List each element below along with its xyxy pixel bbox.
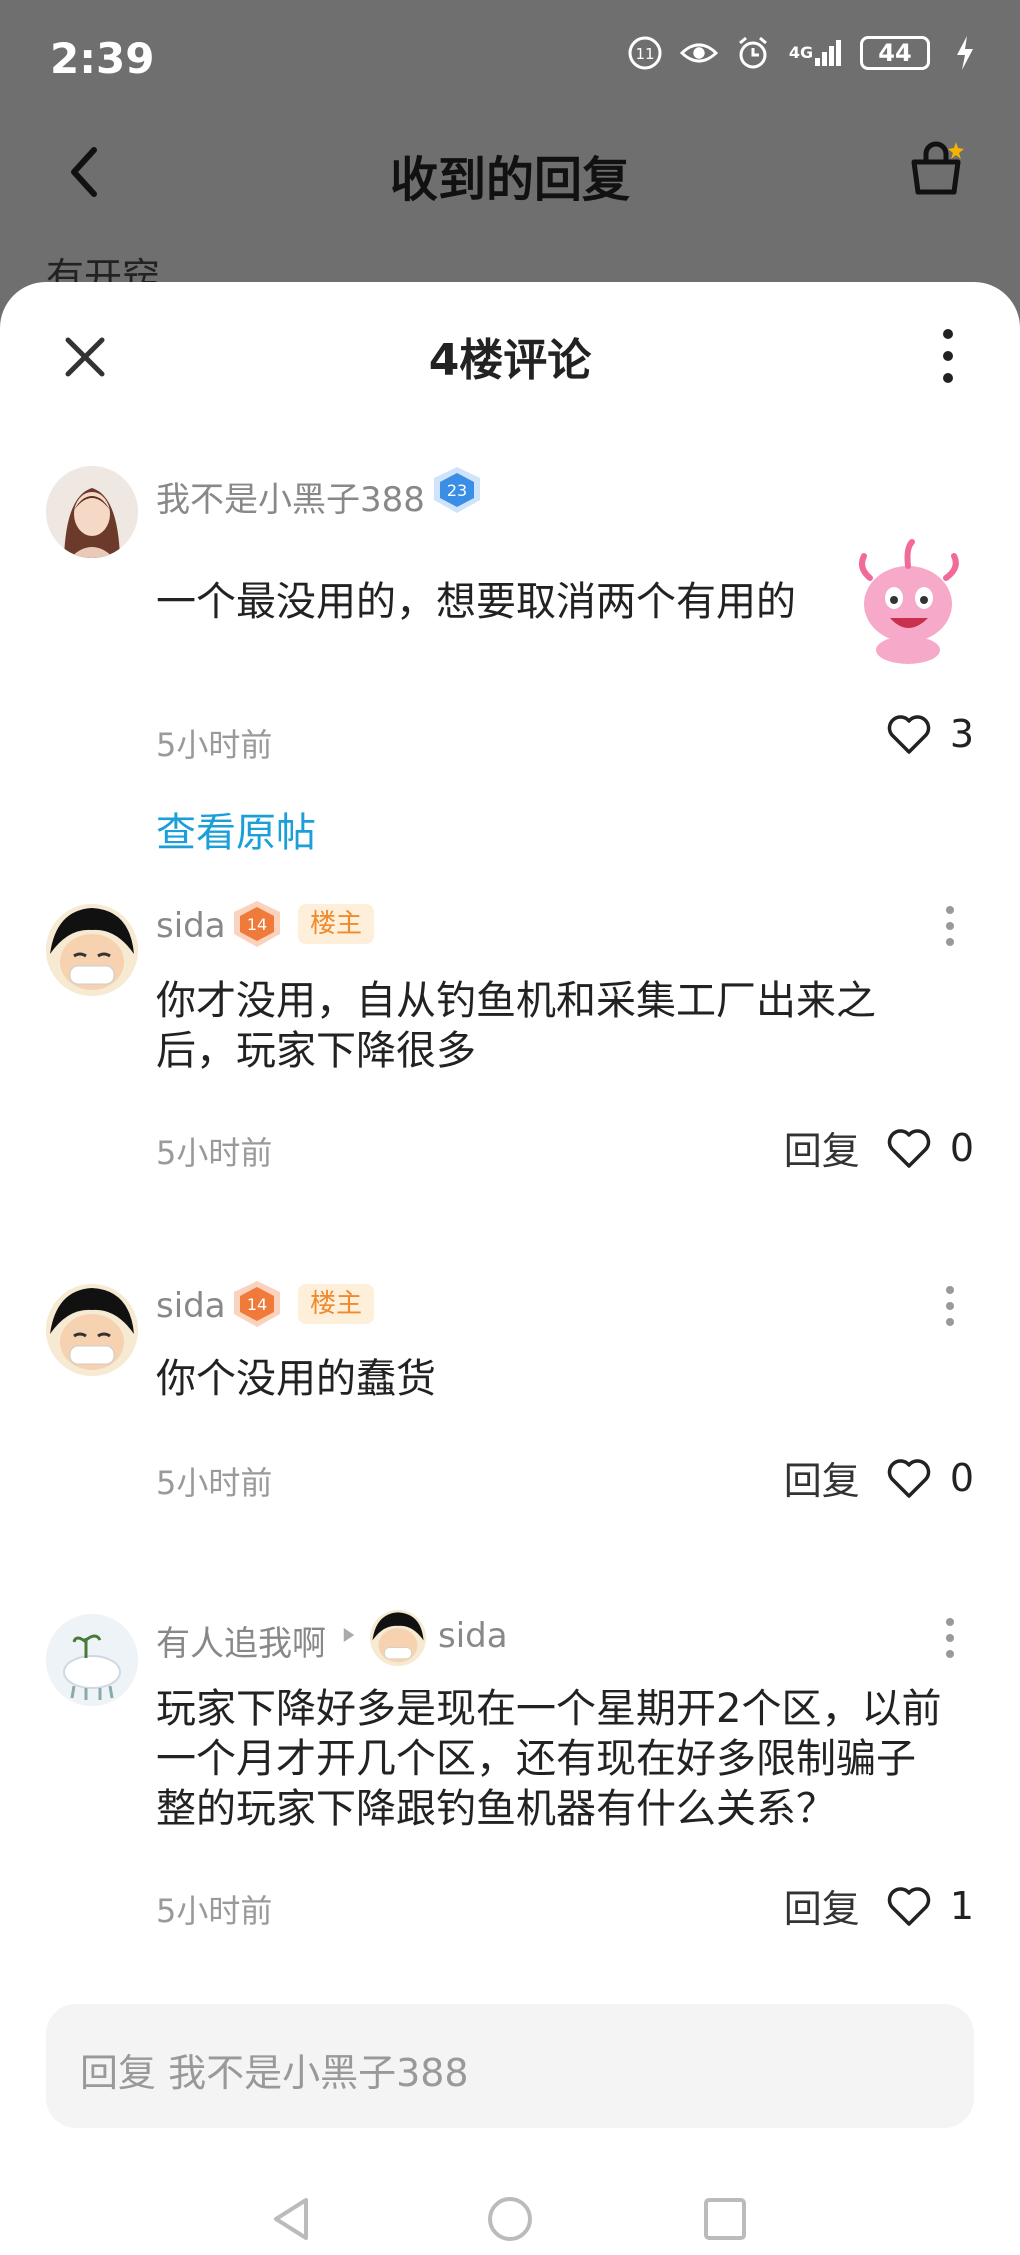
like-count: 1 xyxy=(949,1883,974,1928)
like-count: 0 xyxy=(949,1125,974,1170)
reply-time: 5小时前 xyxy=(156,1134,273,1172)
reply-username[interactable]: 有人追我啊 xyxy=(156,1616,326,1665)
reply-input[interactable]: 回复 我不是小黑子388 xyxy=(46,2004,974,2128)
like-group: 3 xyxy=(886,712,974,756)
basket-icon[interactable] xyxy=(904,136,968,200)
avatar[interactable] xyxy=(46,1284,138,1376)
reply-content: 你才没用，自从钓鱼机和采集工厂出来之后，玩家下降很多 xyxy=(156,978,876,1074)
like-group: 回复 0 xyxy=(784,1120,974,1175)
like-group: 回复 0 xyxy=(784,1450,974,1505)
reply-to-username[interactable]: sida xyxy=(438,1616,508,1656)
owner-tag: 楼主 xyxy=(298,1284,375,1324)
avatar[interactable] xyxy=(46,466,138,558)
reply-input-placeholder: 回复 我不是小黑子388 xyxy=(80,2051,469,2095)
reply-button[interactable]: 回复 xyxy=(784,1878,860,1933)
network-label: 4G xyxy=(788,43,814,62)
reply-to-avatar[interactable] xyxy=(370,1610,426,1666)
comment-sheet: 4楼评论 我不是小黑子388 23 一个最没用的，想要取消两个有用的 5小时前 … xyxy=(0,282,1020,2255)
more-vertical-icon[interactable] xyxy=(942,1284,958,1328)
avatar[interactable] xyxy=(46,1614,138,1706)
system-nav-bar xyxy=(0,2182,1020,2252)
signal-icon: 4G xyxy=(788,34,844,72)
level-number: 14 xyxy=(247,1295,267,1314)
like-group: 回复 1 xyxy=(784,1878,974,1933)
eye-icon xyxy=(680,34,718,72)
level-badge-icon: 14 xyxy=(234,901,280,947)
reply-content: 你个没用的蠢货 xyxy=(156,1356,436,1402)
heart-icon[interactable] xyxy=(886,1127,932,1169)
owner-tag: 楼主 xyxy=(298,904,375,944)
level-number: 14 xyxy=(247,915,267,934)
charging-icon xyxy=(946,34,984,72)
more-vertical-icon[interactable] xyxy=(942,1616,958,1660)
reply-time: 5小时前 xyxy=(156,1464,273,1502)
notification-icon: 11 xyxy=(626,34,664,72)
like-count: 3 xyxy=(949,712,974,756)
heart-icon[interactable] xyxy=(886,713,932,755)
level-badge-icon: 14 xyxy=(234,1281,280,1327)
reply-username[interactable]: sida xyxy=(156,1286,226,1326)
battery-icon: 44 xyxy=(860,36,930,70)
nav-recent-icon[interactable] xyxy=(700,2194,750,2244)
heart-icon[interactable] xyxy=(886,1885,932,1927)
more-vertical-icon[interactable] xyxy=(942,904,958,948)
comment-time: 5小时前 xyxy=(156,726,273,764)
alarm-icon xyxy=(734,34,772,72)
more-vertical-icon[interactable] xyxy=(928,324,968,388)
page-title: 收到的回复 xyxy=(389,152,630,208)
level-number: 23 xyxy=(447,481,467,500)
sheet-title: 4楼评论 xyxy=(428,335,592,386)
reply-button[interactable]: 回复 xyxy=(784,1450,860,1505)
sticker-image xyxy=(859,539,959,664)
page-header: 收到的回复 xyxy=(0,120,1020,230)
level-badge-icon: 23 xyxy=(434,467,480,513)
nav-home-icon[interactable] xyxy=(485,2194,535,2244)
reply-username[interactable]: sida xyxy=(156,906,226,946)
reply-time: 5小时前 xyxy=(156,1892,273,1930)
view-original-link[interactable]: 查看原帖 xyxy=(156,800,316,858)
comment-username[interactable]: 我不是小黑子388 xyxy=(156,472,425,521)
like-count: 0 xyxy=(949,1455,974,1500)
reply-to-arrow-icon xyxy=(343,1628,355,1642)
status-bar: 2:39 11 4G 44 xyxy=(0,0,1020,120)
heart-icon[interactable] xyxy=(886,1457,932,1499)
avatar[interactable] xyxy=(46,904,138,996)
reply-content: 玩家下降好多是现在一个星期开2个区，以前一个月才开几个区，还有现在好多限制骗子整… xyxy=(156,1686,942,1832)
comment-content: 一个最没用的，想要取消两个有用的 xyxy=(156,579,796,625)
status-icons: 11 4G 44 xyxy=(626,34,984,72)
nav-back-icon[interactable] xyxy=(266,2194,316,2244)
reply-button[interactable]: 回复 xyxy=(784,1120,860,1175)
svg-text:11: 11 xyxy=(635,45,654,63)
status-time: 2:39 xyxy=(50,34,155,83)
